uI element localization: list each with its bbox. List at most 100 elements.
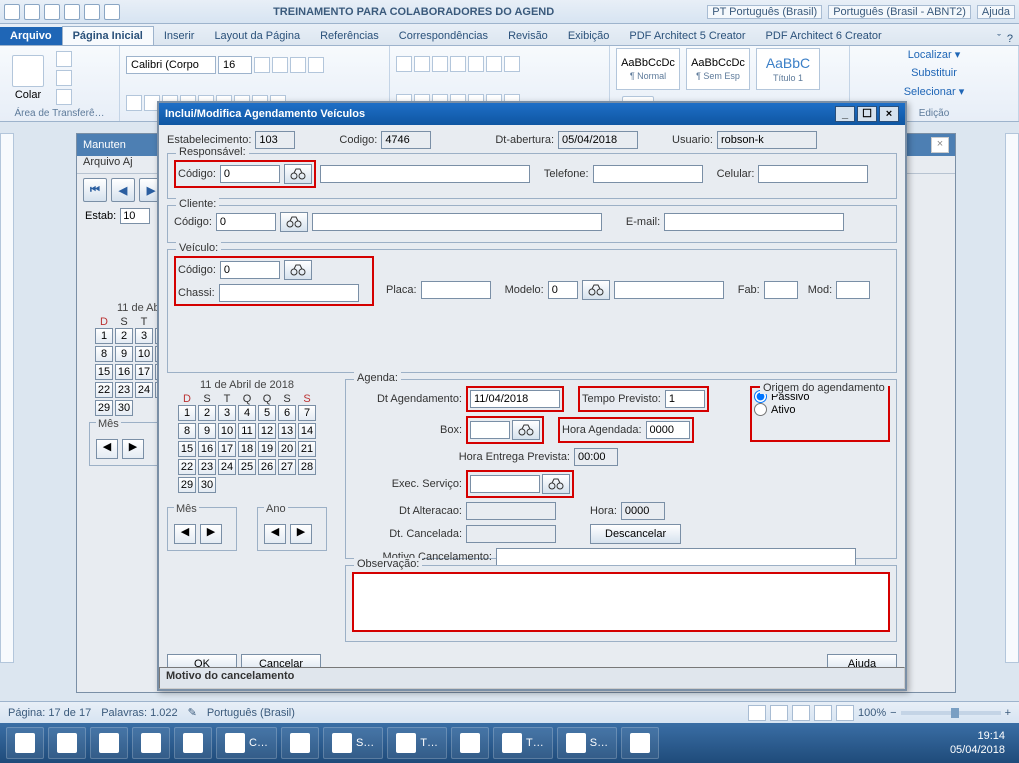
cli-nome-input[interactable] [312,213,602,231]
maint-close-button[interactable]: × [931,137,949,153]
descancelar-button[interactable]: Descancelar [590,524,681,544]
dialog-close-button[interactable]: × [879,106,899,122]
calendar-day[interactable]: 11 [238,423,256,439]
tab-view[interactable]: Exibição [558,27,620,45]
dlg-ano-prev[interactable]: ◀ [264,524,286,544]
calendar-day[interactable]: 16 [115,364,133,380]
help-button[interactable]: Ajuda [977,5,1015,19]
resp-lookup-button[interactable] [284,164,312,184]
start-button[interactable] [6,727,44,759]
taskbar-paint[interactable]: S… [557,727,617,759]
format-painter-icon[interactable] [56,89,72,105]
calendar-day[interactable]: 27 [278,459,296,475]
clear-format-icon[interactable] [308,57,324,73]
calendar-day[interactable]: 15 [178,441,196,457]
modelo-desc-input[interactable] [614,281,724,299]
calendar-day[interactable]: 26 [258,459,276,475]
mod-input[interactable] [836,281,870,299]
view-read-icon[interactable] [770,705,788,721]
bullets-icon[interactable] [396,56,412,72]
hora-agendada-input[interactable] [646,421,690,439]
font-name-select[interactable] [126,56,216,74]
view-outline-icon[interactable] [814,705,832,721]
multilevel-icon[interactable] [432,56,448,72]
tempo-prev-input[interactable] [665,390,705,408]
word-count[interactable]: Palavras: 1.022 [101,707,177,719]
motivo-canc-input[interactable] [496,548,856,566]
calendar-day[interactable]: 29 [95,400,113,416]
minimize-ribbon-icon[interactable]: ˇ [997,33,1001,45]
email-input[interactable] [664,213,844,231]
box-lookup-button[interactable] [512,420,540,440]
calendar-day[interactable]: 14 [298,423,316,439]
numbering-icon[interactable] [414,56,430,72]
zoom-out-button[interactable]: − [890,707,896,719]
calendar-day[interactable]: 30 [198,477,216,493]
box-input[interactable] [470,421,510,439]
obs-textarea[interactable] [352,572,890,632]
estab-input[interactable] [120,208,150,224]
telefone-input[interactable] [593,165,703,183]
select-link[interactable]: Selecionar ▾ [904,85,965,98]
dialog-min-button[interactable]: _ [835,106,855,122]
replace-link[interactable]: Substituir [911,67,957,79]
calendar-day[interactable]: 7 [298,405,316,421]
calendar-day[interactable]: 2 [198,405,216,421]
nav-prev-button[interactable]: ◀ [111,178,135,202]
calendar-day[interactable]: 5 [258,405,276,421]
language-status[interactable]: PT Português (Brasil) [707,5,822,19]
zoom-slider[interactable] [901,711,1001,715]
placa-input[interactable] [421,281,491,299]
dt-agendamento-input[interactable] [470,390,560,408]
calendar-day[interactable]: 30 [115,400,133,416]
dlg-ano-next[interactable]: ▶ [290,524,312,544]
taskbar-app-sound[interactable] [451,727,489,759]
calendar-day[interactable]: 10 [218,423,236,439]
style-titulo1[interactable]: AaBbC Título 1 [756,48,820,90]
calendar-day[interactable]: 8 [178,423,196,439]
help-icon[interactable]: ? [1007,33,1013,45]
calendar-day[interactable]: 13 [278,423,296,439]
paste-button[interactable]: Colar [6,55,50,101]
redo-icon[interactable] [64,4,80,20]
view-web-icon[interactable] [792,705,810,721]
view-print-icon[interactable] [748,705,766,721]
calendar-day[interactable]: 9 [115,346,133,362]
dialog-max-button[interactable]: ☐ [857,106,877,122]
calendar-day[interactable]: 29 [178,477,196,493]
dlg-mes-next[interactable]: ▶ [200,524,222,544]
cli-lookup-button[interactable] [280,212,308,232]
print-icon[interactable] [84,4,100,20]
calendar-day[interactable]: 3 [218,405,236,421]
resp-nome-input[interactable] [320,165,530,183]
copy-icon[interactable] [56,70,72,86]
dec-indent-icon[interactable] [450,56,466,72]
calendar-day[interactable]: 23 [115,382,133,398]
calendar-day[interactable]: 8 [95,346,113,362]
taskbar-app-t1[interactable]: T… [387,727,447,759]
dlg-mes-prev[interactable]: ◀ [174,524,196,544]
tab-pdf6[interactable]: PDF Architect 6 Creator [756,27,892,45]
style-sem-esp[interactable]: AaBbCcDc ¶ Sem Esp [686,48,750,90]
lang-status[interactable]: Português (Brasil) [207,707,295,719]
calendar-day[interactable]: 3 [135,328,153,344]
taskbar-ie[interactable] [48,727,86,759]
modelo-lookup-button[interactable] [582,280,610,300]
taskbar-word[interactable]: T… [493,727,553,759]
tab-insert[interactable]: Inserir [154,27,205,45]
scrollbar-right[interactable] [1005,133,1019,663]
calendar-day[interactable]: 22 [95,382,113,398]
taskbar-pdf[interactable] [621,727,659,759]
calendar-day[interactable]: 1 [95,328,113,344]
calendar-day[interactable]: 24 [135,382,153,398]
resp-codigo-input[interactable] [220,165,280,183]
change-case-icon[interactable] [290,57,306,73]
fab-input[interactable] [764,281,798,299]
calendar-day[interactable]: 20 [278,441,296,457]
calendar-day[interactable]: 9 [198,423,216,439]
calendar-day[interactable]: 21 [298,441,316,457]
tab-home[interactable]: Página Inicial [62,26,154,45]
cut-icon[interactable] [56,51,72,67]
zoom-label[interactable]: 100% [858,707,886,719]
file-tab[interactable]: Arquivo [0,27,62,45]
